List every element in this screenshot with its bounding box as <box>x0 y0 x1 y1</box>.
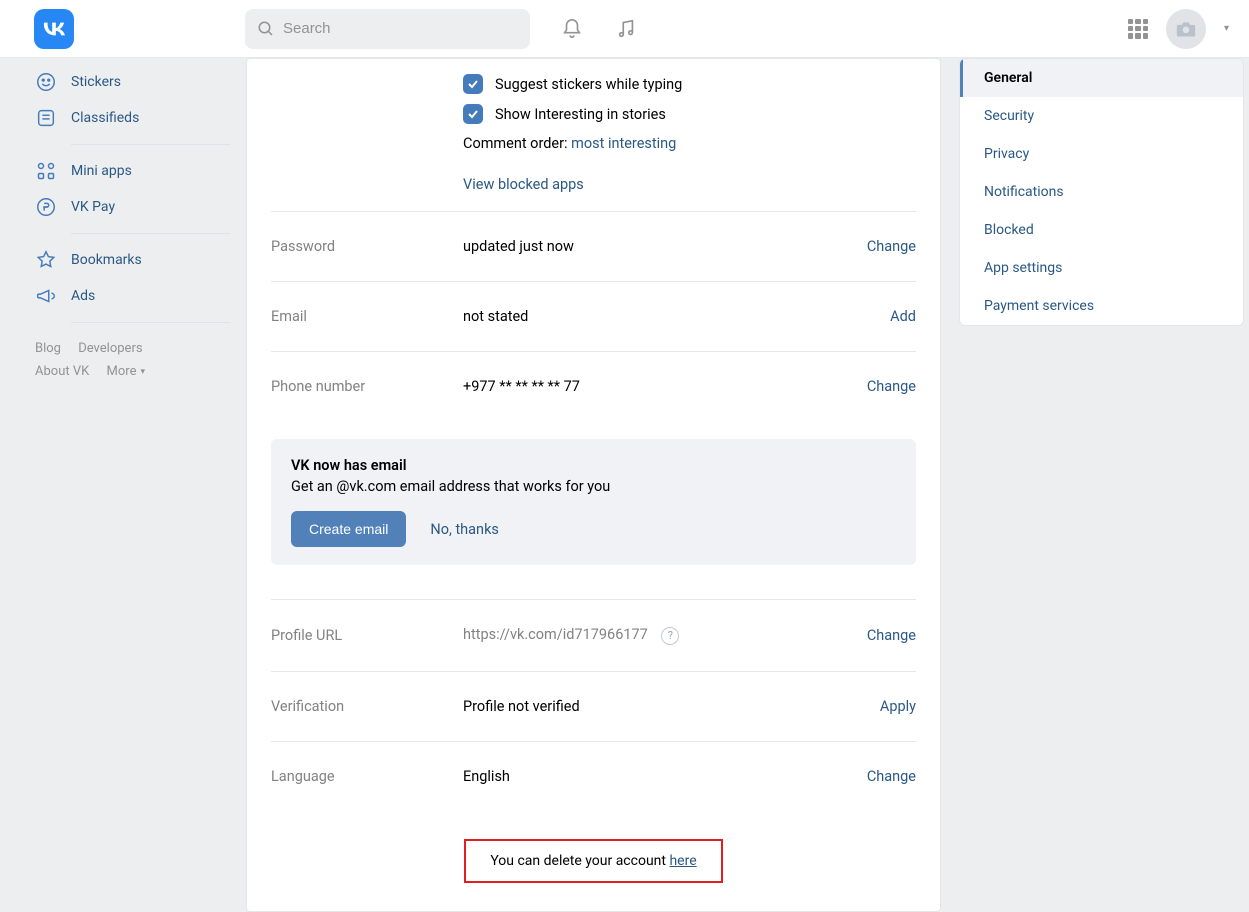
sidebar-item-label: Classifieds <box>71 110 139 126</box>
tab-blocked[interactable]: Blocked <box>960 211 1243 249</box>
checkbox-label: Show Interesting in stories <box>495 106 666 123</box>
sidebar-item-miniapps[interactable]: Mini apps <box>35 153 230 189</box>
row-label: Language <box>271 768 463 785</box>
comment-order-label: Comment order: <box>463 135 568 152</box>
sidebar-item-stickers[interactable]: Stickers <box>35 64 230 100</box>
row-label: Email <box>271 308 463 325</box>
tab-app-settings[interactable]: App settings <box>960 249 1243 287</box>
tab-payment-services[interactable]: Payment services <box>960 287 1243 325</box>
chevron-down-icon: ▾ <box>140 364 145 380</box>
smile-icon <box>35 71 57 93</box>
classifieds-icon <box>35 107 57 129</box>
add-link[interactable]: Add <box>890 308 916 325</box>
tab-general[interactable]: General <box>960 59 1243 97</box>
checkmark-icon <box>463 74 483 94</box>
apply-link[interactable]: Apply <box>880 698 916 715</box>
star-icon <box>35 249 57 271</box>
email-promo: VK now has email Get an @vk.com email ad… <box>271 439 916 565</box>
row-label: Phone number <box>271 378 463 395</box>
help-icon[interactable]: ? <box>661 627 679 645</box>
row-value: https://vk.com/id717966177 <box>463 626 648 643</box>
delete-text: You can delete your account <box>490 853 669 869</box>
sidebar-item-label: Bookmarks <box>71 252 142 268</box>
checkbox-show-interesting[interactable]: Show Interesting in stories <box>463 99 916 129</box>
sidebar-item-label: VK Pay <box>71 199 115 215</box>
footer-more[interactable]: More ▾ <box>107 360 145 383</box>
row-value: not stated <box>463 308 890 325</box>
row-value: updated just now <box>463 238 867 255</box>
checkmark-icon <box>463 104 483 124</box>
row-value: Profile not verified <box>463 698 880 715</box>
sidebar-item-bookmarks[interactable]: Bookmarks <box>35 242 230 278</box>
search-input[interactable] <box>283 20 518 37</box>
tab-security[interactable]: Security <box>960 97 1243 135</box>
row-profile-url: Profile URL https://vk.com/id717966177 ?… <box>271 599 916 671</box>
account-chevron-icon[interactable]: ▾ <box>1224 23 1229 34</box>
megaphone-icon <box>35 285 57 307</box>
row-phone: Phone number +977 ** ** ** ** 77 Change <box>271 351 916 421</box>
comment-order-link[interactable]: most interesting <box>571 135 676 152</box>
row-value: English <box>463 768 867 785</box>
row-language: Language English Change <box>271 741 916 811</box>
promo-desc: Get an @vk.com email address that works … <box>291 478 896 495</box>
checkbox-label: Suggest stickers while typing <box>495 76 682 93</box>
row-verification: Verification Profile not verified Apply <box>271 671 916 741</box>
change-link[interactable]: Change <box>867 627 916 644</box>
row-password: Password updated just now Change <box>271 211 916 281</box>
no-thanks-link[interactable]: No, thanks <box>430 521 499 538</box>
delete-account-link[interactable]: here <box>669 853 696 869</box>
row-label: Password <box>271 238 463 255</box>
footer-about[interactable]: About VK <box>35 364 89 379</box>
miniapps-icon <box>35 160 57 182</box>
change-link[interactable]: Change <box>867 378 916 395</box>
change-link[interactable]: Change <box>867 768 916 785</box>
change-link[interactable]: Change <box>867 238 916 255</box>
row-label: Verification <box>271 698 463 715</box>
avatar[interactable] <box>1166 9 1206 49</box>
sidebar-item-classifieds[interactable]: Classifieds <box>35 100 230 136</box>
sidebar-item-label: Ads <box>71 288 95 304</box>
sidebar-item-label: Stickers <box>71 74 121 90</box>
footer-blog[interactable]: Blog <box>35 341 61 356</box>
sidebar-item-ads[interactable]: Ads <box>35 278 230 314</box>
promo-title: VK now has email <box>291 457 896 474</box>
tab-notifications[interactable]: Notifications <box>960 173 1243 211</box>
search-box[interactable] <box>245 9 530 49</box>
delete-account-highlight: You can delete your account here <box>464 839 722 883</box>
bell-icon[interactable] <box>560 17 584 41</box>
row-label: Profile URL <box>271 627 463 644</box>
apps-grid-icon[interactable] <box>1128 19 1148 39</box>
create-email-button[interactable]: Create email <box>291 511 406 547</box>
settings-tabs: General Security Privacy Notifications B… <box>959 58 1244 326</box>
row-email: Email not stated Add <box>271 281 916 351</box>
sidebar-item-label: Mini apps <box>71 163 132 179</box>
row-value: +977 ** ** ** ** 77 <box>463 378 867 395</box>
sidebar-item-vkpay[interactable]: VK Pay <box>35 189 230 225</box>
footer-developers[interactable]: Developers <box>78 341 142 356</box>
checkbox-suggest-stickers[interactable]: Suggest stickers while typing <box>463 69 916 99</box>
view-blocked-apps-link[interactable]: View blocked apps <box>463 158 584 211</box>
tab-privacy[interactable]: Privacy <box>960 135 1243 173</box>
music-icon[interactable] <box>614 17 638 41</box>
vk-logo[interactable] <box>34 9 74 49</box>
vkpay-icon <box>35 196 57 218</box>
